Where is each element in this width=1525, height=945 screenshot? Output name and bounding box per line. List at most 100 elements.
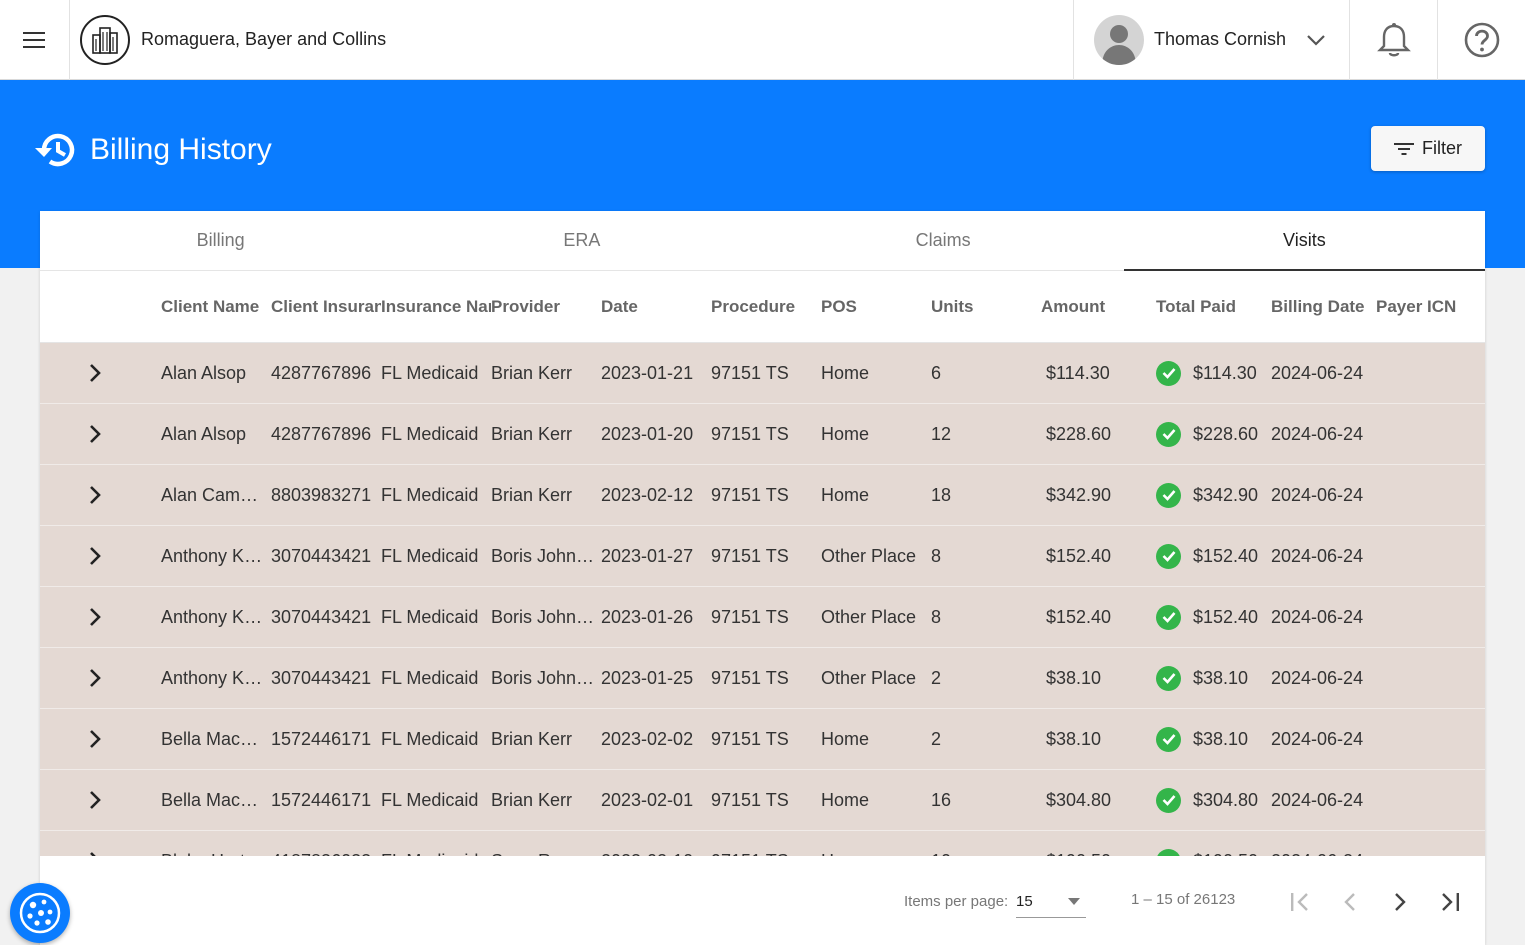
table-row[interactable]: Alan Alsop 4287767896 FL Medicaid Brian Ker… — [40, 343, 1485, 404]
amount-cell: $304.80 — [1046, 789, 1112, 810]
table-header: Client Name Client Insurance Insurance N… — [40, 271, 1485, 343]
expand-row-button[interactable] — [40, 424, 161, 444]
client-insurance-cell: 3070443421 — [271, 606, 372, 627]
items-per-page-select[interactable]: 15 — [1016, 886, 1086, 918]
column-header-provider[interactable]: Provider — [491, 297, 601, 317]
procedure-cell: 97151 TS — [711, 362, 789, 383]
chevron-right-icon — [90, 730, 101, 748]
units-cell: 12 — [931, 423, 952, 444]
expand-row-button[interactable] — [40, 729, 161, 749]
provider-cell: Brian Kerr — [491, 789, 573, 810]
expand-row-button[interactable] — [40, 363, 161, 383]
filter-button[interactable]: Filter — [1371, 126, 1485, 171]
tab-claims[interactable]: Claims — [763, 211, 1124, 270]
amount-cell: $152.40 — [1046, 606, 1112, 627]
next-page-button[interactable] — [1382, 884, 1418, 920]
last-page-button[interactable] — [1432, 884, 1468, 920]
table-row[interactable]: Bella MacDonald1572446171 FL Medicaid Bria… — [40, 770, 1485, 831]
total-paid-value: $228.60 — [1193, 423, 1259, 444]
provider-cell: Brian Kerr — [491, 423, 573, 444]
procedure-cell: 97151 TS — [711, 667, 789, 688]
notifications-button[interactable] — [1349, 0, 1437, 80]
tab-billing[interactable]: Billing — [40, 211, 401, 270]
help-button[interactable] — [1437, 0, 1525, 80]
billing-date-cell: 2024-06-24 — [1271, 362, 1364, 383]
tab-era[interactable]: ERA — [401, 211, 762, 270]
top-bar: Romaguera, Bayer and Collins Thomas Corn… — [0, 0, 1525, 80]
date-cell: 2023-01-26 — [601, 606, 694, 627]
billing-date-cell: 2024-06-24 — [1271, 423, 1364, 444]
total-paid-value: $38.10 — [1193, 728, 1249, 749]
client-insurance-cell: 8803983271 — [271, 484, 372, 505]
tab-visits[interactable]: Visits — [1123, 211, 1485, 271]
organization-name: Romaguera, Bayer and Collins — [141, 29, 387, 49]
date-cell: 2023-02-02 — [601, 728, 694, 749]
billing-card: Billing ERA Claims Visits Client Name Cl… — [40, 211, 1485, 945]
total-paid-value: $152.40 — [1193, 545, 1259, 566]
table-row[interactable]: Alan Campbell 8803983271 FL Medicaid Brian … — [40, 465, 1485, 526]
expand-row-button[interactable] — [40, 790, 161, 810]
client-name-cell: Alan Campbell — [161, 484, 271, 505]
amount-cell: $228.60 — [1046, 423, 1112, 444]
expand-row-button[interactable] — [40, 546, 161, 566]
column-header-procedure[interactable]: Procedure — [711, 297, 821, 317]
client-name-cell: Alan Alsop — [161, 362, 247, 383]
check-circle-icon — [1156, 665, 1181, 691]
total-paid-value: $114.30 — [1193, 362, 1257, 383]
insurance-name-cell: FL Medicaid — [381, 484, 479, 505]
procedure-cell: 97151 TS — [711, 484, 789, 505]
column-header-pos[interactable]: POS — [821, 297, 931, 317]
cookie-settings-icon — [19, 892, 61, 934]
user-name: Thomas Cornish — [1154, 29, 1287, 49]
total-paid-cell: $304.80 — [1156, 787, 1271, 813]
insurance-name-cell: FL Medicaid — [381, 423, 479, 444]
column-header-date[interactable]: Date — [601, 297, 711, 317]
client-insurance-cell: 1572446171 — [271, 728, 372, 749]
column-header-units[interactable]: Units — [931, 297, 1041, 317]
units-cell: 8 — [931, 545, 942, 566]
expand-row-button[interactable] — [40, 485, 161, 505]
previous-page-button[interactable] — [1332, 884, 1368, 920]
table-row[interactable]: Anthony Kuhn 3070443421 FL Medicaid Boris J… — [40, 648, 1485, 709]
expand-row-button[interactable] — [40, 607, 161, 627]
table-row[interactable]: Anthony Kuhn 3070443421 FL Medicaid Boris J… — [40, 526, 1485, 587]
column-header-billing-date[interactable]: Billing Date — [1271, 297, 1376, 317]
provider-cell: Brian Kerr — [491, 728, 573, 749]
column-header-amount[interactable]: Amount — [1041, 297, 1156, 317]
column-header-client-insurance[interactable]: Client Insurance — [271, 297, 381, 317]
table-row[interactable]: Anthony Kuhn 3070443421 FL Medicaid Boris J… — [40, 587, 1485, 648]
client-name-cell: Anthony Kuhn — [161, 606, 271, 627]
insurance-name-cell: FL Medicaid — [381, 789, 479, 810]
chevron-right-icon — [90, 669, 101, 687]
total-paid-cell: $152.40 — [1156, 543, 1271, 569]
column-header-client-name[interactable]: Client Name — [161, 297, 271, 317]
column-header-payer-icn[interactable]: Payer ICN — [1376, 297, 1481, 317]
insurance-name-cell: FL Medicaid — [381, 667, 479, 688]
total-paid-cell: $114.30 — [1156, 360, 1271, 386]
procedure-cell: 97151 TS — [711, 606, 789, 627]
procedure-cell: 97151 TS — [711, 545, 789, 566]
table-row[interactable]: Blake Hart4187836033FL MedicaidSean Ross… — [40, 831, 1485, 857]
organization: Romaguera, Bayer and Collins — [70, 0, 1073, 80]
date-cell: 2023-01-27 — [601, 545, 694, 566]
cookie-settings-button[interactable] — [10, 883, 70, 943]
provider-cell: Brian Kerr — [491, 362, 573, 383]
chevron-right-icon — [90, 486, 101, 504]
menu-button[interactable] — [0, 0, 70, 80]
user-avatar-icon — [1094, 14, 1144, 65]
billing-date-cell: 2024-06-24 — [1271, 484, 1364, 505]
column-header-total-paid[interactable]: Total Paid — [1156, 297, 1271, 317]
provider-cell: Boris Johnson — [491, 545, 601, 566]
table-body: Alan Alsop 4287767896 FL Medicaid Brian Ker… — [40, 343, 1485, 857]
user-menu[interactable]: Thomas Cornish — [1073, 0, 1349, 80]
total-paid-cell: $38.10 — [1156, 726, 1271, 752]
client-insurance-cell: 3070443421 — [271, 667, 372, 688]
first-page-button[interactable] — [1282, 884, 1318, 920]
insurance-name-cell: FL Medicaid — [381, 545, 479, 566]
column-header-insurance-name[interactable]: Insurance Name — [381, 297, 491, 317]
table-row[interactable]: Bella MacDonald1572446171 FL Medicaid Bria… — [40, 709, 1485, 770]
chevron-right-icon — [90, 547, 101, 565]
table-row[interactable]: Alan Alsop 4287767896 FL Medicaid Brian Ker… — [40, 404, 1485, 465]
expand-row-button[interactable] — [40, 668, 161, 688]
amount-cell: $152.40 — [1046, 545, 1112, 566]
